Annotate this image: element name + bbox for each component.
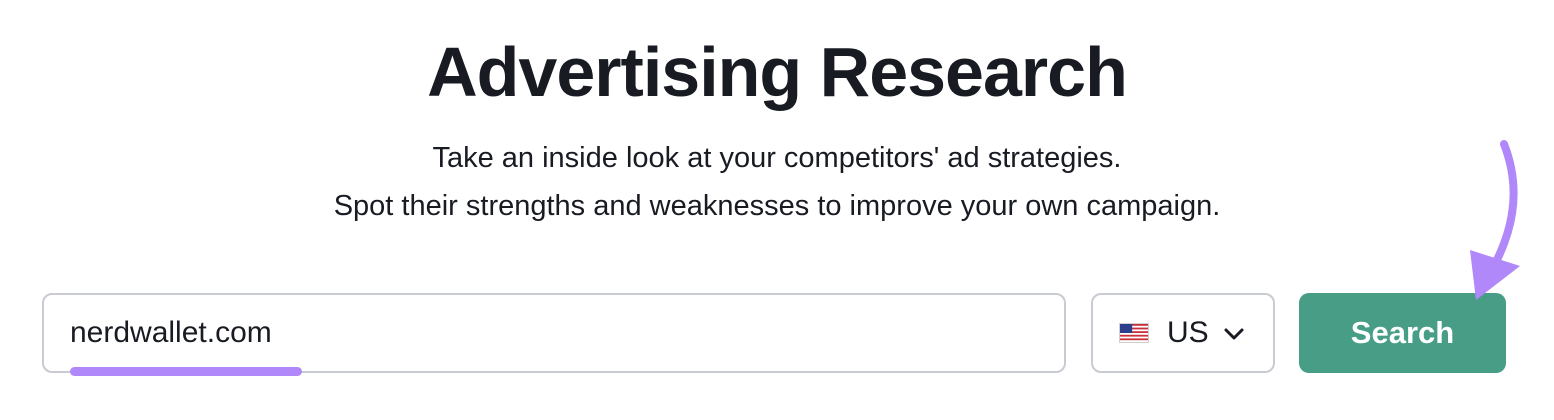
page-subtitle-line-1: Take an inside look at your competitors'… <box>432 142 1122 174</box>
region-label: US <box>1167 316 1209 349</box>
arrow-pointing-icon <box>1470 140 1520 300</box>
region-select[interactable]: US <box>1091 293 1275 373</box>
us-flag-icon <box>1119 323 1149 343</box>
page-subtitle-line-2: Spot their strengths and weaknesses to i… <box>333 190 1221 222</box>
chevron-down-icon <box>1224 328 1244 340</box>
domain-search-input[interactable] <box>42 293 1066 373</box>
highlight-underline <box>70 367 302 376</box>
page-title: Advertising Research <box>427 33 1128 111</box>
